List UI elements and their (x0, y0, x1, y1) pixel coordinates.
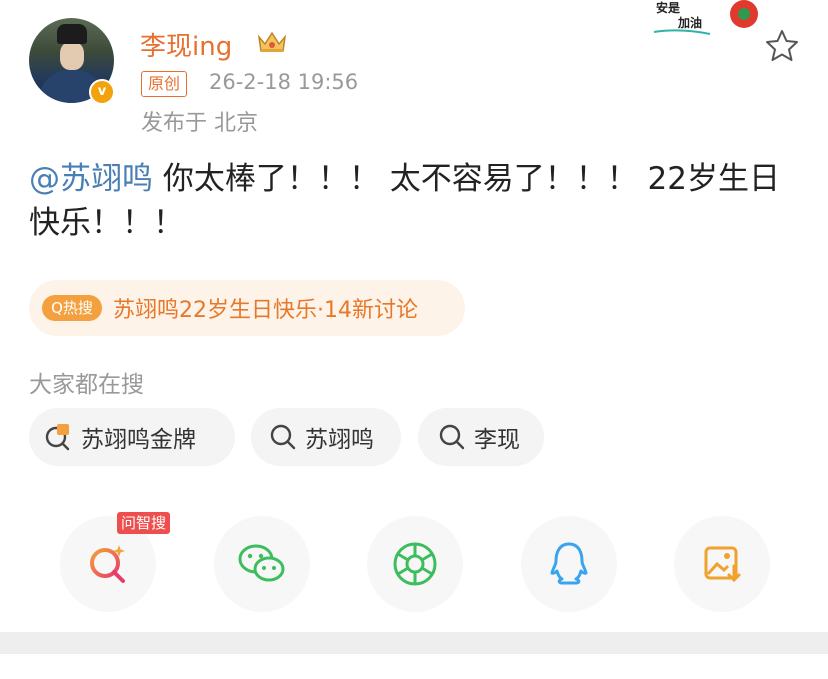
ai-search-icon (90, 545, 125, 583)
post-content: @苏翊鸣 你太棒了！！！ 太不容易了！！！ 22岁生日快乐！！！ (29, 157, 809, 245)
original-badge: 原创 (141, 71, 188, 97)
save-image-button[interactable] (674, 516, 770, 612)
search-chip[interactable]: 苏翊鸣金牌 (29, 408, 235, 466)
qq-icon (550, 542, 588, 585)
save-image-icon (704, 546, 741, 583)
search-chip-label: 李现 (474, 427, 520, 453)
post-time: 26-2-18 19:56 (209, 70, 359, 94)
search-heading: 大家都在搜 (29, 372, 144, 398)
search-icon (270, 424, 296, 450)
fan-sticker: 安是 加油 (653, 0, 758, 35)
moments-icon (393, 542, 437, 586)
share-qq-button[interactable] (521, 516, 617, 612)
bottom-divider (0, 632, 828, 654)
wechat-icon (238, 544, 285, 582)
search-icon (439, 424, 465, 450)
search-chip-label: 苏翊鸣 (305, 427, 374, 453)
verified-badge-icon: v (89, 79, 115, 105)
hot-search-tag: Q热搜 (42, 295, 102, 321)
svg-text:加油: 加油 (677, 15, 702, 30)
mention-link[interactable]: @苏翊鸣 (29, 161, 153, 197)
ai-search-label: 问智搜 (117, 512, 171, 534)
post-location: 发布于 北京 (141, 111, 258, 136)
share-wechat-button[interactable] (214, 516, 310, 612)
share-moments-button[interactable] (367, 516, 463, 612)
username[interactable]: 李现ing (140, 26, 232, 63)
search-chip[interactable]: 李现 (418, 408, 544, 466)
hot-search-text: 苏翊鸣22岁生日快乐·14新讨论 (113, 298, 418, 323)
favorite-star-icon[interactable] (764, 28, 800, 64)
svg-text:安是: 安是 (656, 0, 681, 15)
search-chip[interactable]: 苏翊鸣 (251, 408, 401, 466)
search-chip-label: 苏翊鸣金牌 (81, 427, 196, 453)
crown-icon (257, 31, 287, 52)
hot-search-icon (45, 424, 70, 451)
